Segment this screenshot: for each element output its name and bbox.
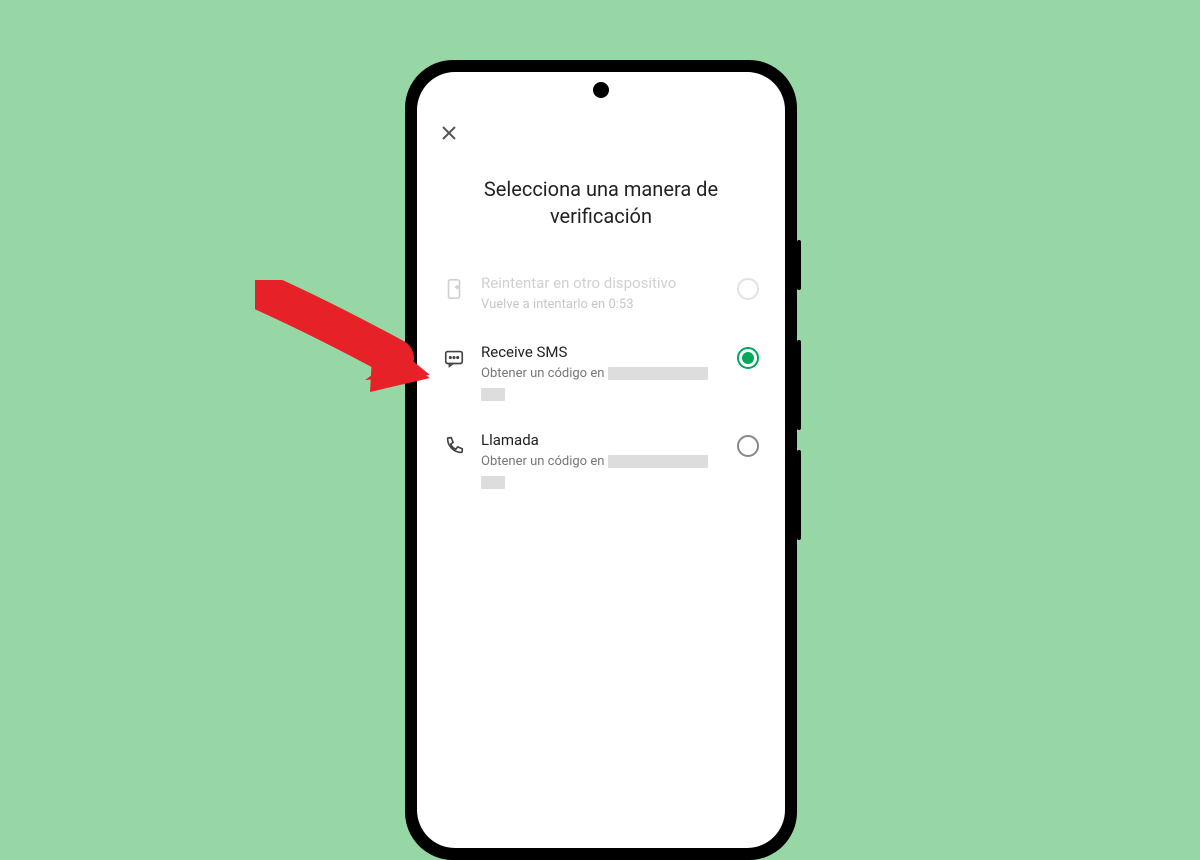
option-title: Llamada (481, 431, 721, 449)
option-text: Llamada Obtener un código en (481, 431, 721, 491)
option-receive-sms[interactable]: Receive SMS Obtener un código en (439, 329, 763, 417)
option-text: Reintentar en otro dispositivo Vuelve a … (481, 274, 721, 315)
subtitle-prefix: Obtener un código en (481, 366, 604, 381)
option-title: Receive SMS (481, 343, 721, 361)
option-text: Receive SMS Obtener un código en (481, 343, 721, 403)
phone-screen: Selecciona una manera de verificación Re… (417, 72, 785, 848)
phone-side-button (797, 340, 801, 430)
redacted-number (481, 388, 505, 401)
option-subtitle: Obtener un código en (481, 452, 721, 491)
redacted-number (481, 476, 505, 489)
redacted-number (608, 367, 708, 380)
content-area: Selecciona una manera de verificación Re… (417, 72, 785, 505)
redacted-number (608, 455, 708, 468)
phone-side-button (797, 450, 801, 540)
radio-sms[interactable] (737, 347, 759, 369)
radio-retry (737, 278, 759, 300)
radio-call[interactable] (737, 435, 759, 457)
option-subtitle: Obtener un código en (481, 364, 721, 403)
sms-icon (443, 347, 465, 369)
phone-camera (593, 82, 609, 98)
option-title: Reintentar en otro dispositivo (481, 274, 721, 292)
page-title: Selecciona una manera de verificación (459, 176, 743, 230)
close-icon[interactable] (439, 122, 763, 148)
option-subtitle: Vuelve a intentarlo en 0:53 (481, 295, 721, 315)
phone-icon (443, 435, 465, 457)
phone-side-button (797, 240, 801, 290)
device-icon (443, 278, 465, 300)
subtitle-prefix: Obtener un código en (481, 454, 604, 469)
option-call[interactable]: Llamada Obtener un código en (439, 417, 763, 505)
option-retry-device: Reintentar en otro dispositivo Vuelve a … (439, 260, 763, 329)
phone-frame: Selecciona una manera de verificación Re… (405, 60, 797, 860)
